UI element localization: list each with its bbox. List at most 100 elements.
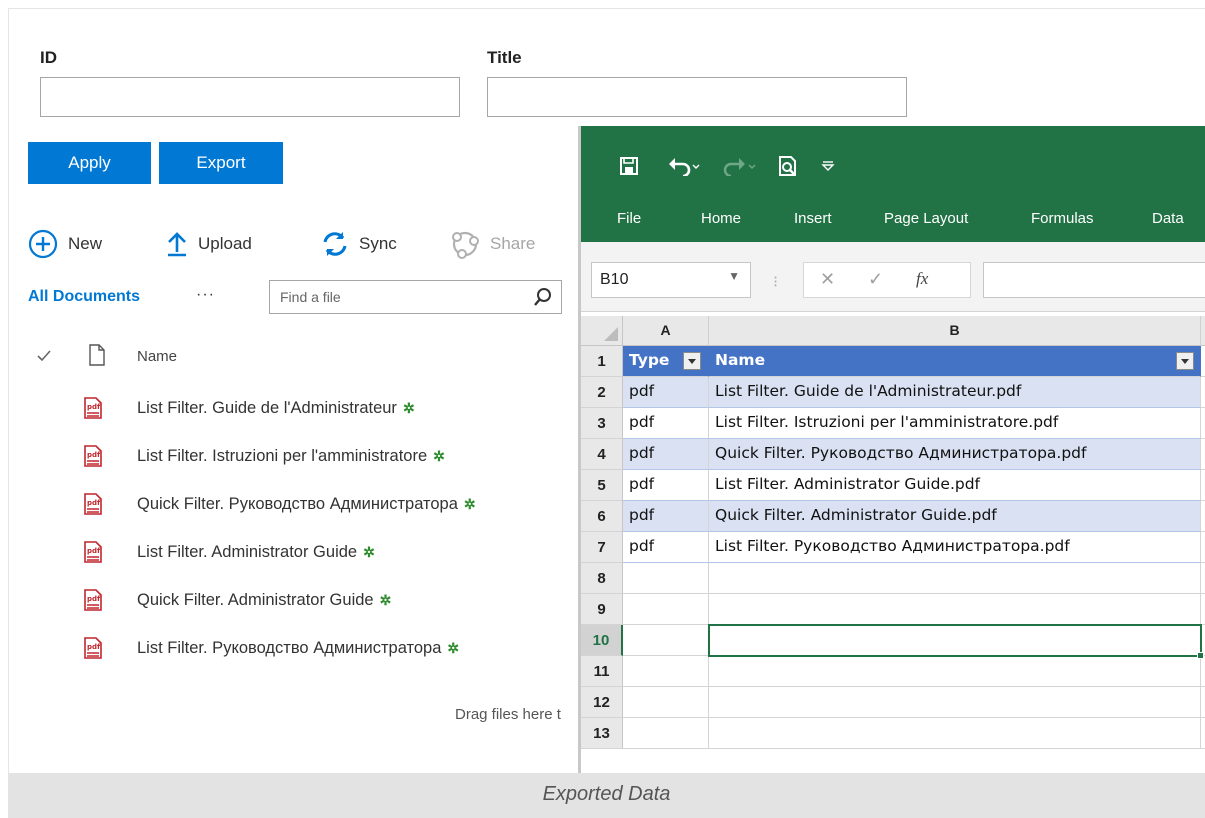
cell-c[interactable] — [1201, 718, 1205, 749]
cell-c[interactable] — [1201, 594, 1205, 625]
row-header[interactable]: 9 — [581, 594, 623, 625]
selected-cell-b10[interactable] — [708, 624, 1202, 657]
row-header[interactable]: 5 — [581, 470, 623, 501]
cell-a[interactable]: pdf — [623, 408, 709, 439]
fill-handle[interactable] — [1197, 652, 1204, 659]
enter-check-icon[interactable]: ✓ — [868, 269, 883, 290]
cell-a[interactable] — [623, 656, 709, 687]
tab-home[interactable]: Home — [701, 210, 741, 227]
row-header[interactable]: 6 — [581, 501, 623, 532]
cell-b[interactable]: List Filter. Guide de l'Administrateur.p… — [709, 377, 1201, 408]
chevron-down-icon[interactable]: ▼ — [728, 269, 740, 283]
new-command[interactable]: New — [28, 229, 102, 259]
row-header[interactable]: 3 — [581, 408, 623, 439]
id-input[interactable] — [40, 77, 460, 117]
cell-a[interactable] — [623, 718, 709, 749]
print-preview-icon[interactable] — [777, 146, 799, 186]
column-header-c[interactable] — [1201, 316, 1205, 346]
column-header-b[interactable]: B — [709, 316, 1201, 346]
row-header[interactable]: 8 — [581, 563, 623, 594]
list-item[interactable]: pdf List Filter. Guide de l'Administrateu… — [28, 389, 568, 429]
row-header[interactable]: 2 — [581, 377, 623, 408]
save-icon[interactable] — [619, 146, 639, 186]
cancel-icon[interactable]: ✕ — [820, 269, 835, 290]
filter-dropdown-icon[interactable] — [1176, 352, 1194, 370]
cell-b[interactable] — [709, 563, 1201, 594]
sync-command[interactable]: Sync — [321, 231, 397, 257]
cell-c[interactable] — [1201, 346, 1205, 377]
cell-a[interactable]: pdf — [623, 439, 709, 470]
find-file-search[interactable]: Find a file — [269, 280, 562, 314]
file-name-link[interactable]: List Filter. Administrator Guide ✲ — [137, 543, 375, 562]
tab-formulas[interactable]: Formulas — [1031, 210, 1094, 227]
cell-a[interactable]: Type — [623, 346, 709, 377]
export-button[interactable]: Export — [159, 142, 283, 184]
row-header[interactable]: 7 — [581, 532, 623, 563]
row-header[interactable]: 13 — [581, 718, 623, 749]
cell-b[interactable] — [709, 594, 1201, 625]
name-box[interactable]: B10 ▼ — [591, 262, 751, 298]
column-header-a[interactable]: A — [623, 316, 709, 346]
title-input[interactable] — [487, 77, 907, 117]
file-name-link[interactable]: List Filter. Руководство Администратора ✲ — [137, 639, 459, 658]
cell-a[interactable]: pdf — [623, 377, 709, 408]
redo-icon[interactable] — [723, 146, 757, 186]
row-header[interactable]: 4 — [581, 439, 623, 470]
search-icon[interactable] — [533, 287, 553, 312]
view-selector[interactable]: All Documents — [28, 288, 140, 306]
more-options-button[interactable]: ··· — [196, 286, 215, 304]
cell-c[interactable] — [1201, 501, 1205, 532]
cell-b[interactable]: List Filter. Istruzioni per l'amministra… — [709, 408, 1201, 439]
formula-input[interactable] — [983, 262, 1205, 298]
upload-command[interactable]: Upload — [166, 231, 252, 257]
apply-button[interactable]: Apply — [28, 142, 151, 184]
cell-c[interactable] — [1201, 377, 1205, 408]
cell-a[interactable] — [623, 594, 709, 625]
filter-dropdown-icon[interactable] — [683, 352, 701, 370]
cell-a[interactable] — [623, 625, 709, 656]
cell-c[interactable] — [1201, 563, 1205, 594]
cell-b[interactable] — [709, 656, 1201, 687]
cell-a[interactable]: pdf — [623, 470, 709, 501]
tab-file[interactable]: File — [617, 210, 641, 227]
cell-b[interactable]: List Filter. Administrator Guide.pdf — [709, 470, 1201, 501]
row-header[interactable]: 1 — [581, 346, 623, 377]
tab-page-layout[interactable]: Page Layout — [884, 210, 968, 227]
cell-c[interactable] — [1201, 532, 1205, 563]
list-item[interactable]: pdf Quick Filter. Administrator Guide ✲ — [28, 581, 568, 621]
cell-c[interactable] — [1201, 656, 1205, 687]
cell-c[interactable] — [1201, 439, 1205, 470]
file-name-link[interactable]: List Filter. Guide de l'Administrateur ✲ — [137, 399, 415, 418]
file-name-link[interactable]: Quick Filter. Administrator Guide ✲ — [137, 591, 391, 610]
list-item[interactable]: pdf Quick Filter. Руководство Администрат… — [28, 485, 568, 525]
file-name-link[interactable]: Quick Filter. Руководство Администратора… — [137, 495, 476, 514]
cell-b[interactable]: Quick Filter. Administrator Guide.pdf — [709, 501, 1201, 532]
list-item[interactable]: pdf List Filter. Руководство Администрато… — [28, 629, 568, 669]
file-name-link[interactable]: List Filter. Istruzioni per l'amministra… — [137, 447, 445, 466]
undo-icon[interactable] — [667, 146, 701, 186]
insert-function-icon[interactable]: fx — [916, 269, 928, 289]
list-item[interactable]: pdf List Filter. Istruzioni per l'amminis… — [28, 437, 568, 477]
cell-c[interactable] — [1201, 470, 1205, 501]
share-command[interactable]: Share — [450, 229, 535, 259]
cell-c[interactable] — [1201, 408, 1205, 439]
select-all-check-icon[interactable] — [36, 348, 52, 369]
cell-a[interactable] — [623, 687, 709, 718]
tab-data[interactable]: Data — [1152, 210, 1184, 227]
cell-b[interactable]: Quick Filter. Руководство Администратора… — [709, 439, 1201, 470]
cell-b[interactable] — [709, 687, 1201, 718]
list-item[interactable]: pdf List Filter. Administrator Guide ✲ — [28, 533, 568, 573]
row-header[interactable]: 12 — [581, 687, 623, 718]
cell-a[interactable]: pdf — [623, 532, 709, 563]
cell-a[interactable] — [623, 563, 709, 594]
cell-c[interactable] — [1201, 687, 1205, 718]
cell-b[interactable] — [709, 718, 1201, 749]
cell-b[interactable]: Name — [709, 346, 1201, 377]
select-all-corner[interactable] — [581, 316, 623, 346]
name-column-header[interactable]: Name — [137, 348, 177, 365]
row-header[interactable]: 11 — [581, 656, 623, 687]
customize-toolbar-icon[interactable] — [821, 146, 835, 186]
cell-a[interactable]: pdf — [623, 501, 709, 532]
tab-insert[interactable]: Insert — [794, 210, 832, 227]
row-header[interactable]: 10 — [581, 625, 623, 656]
